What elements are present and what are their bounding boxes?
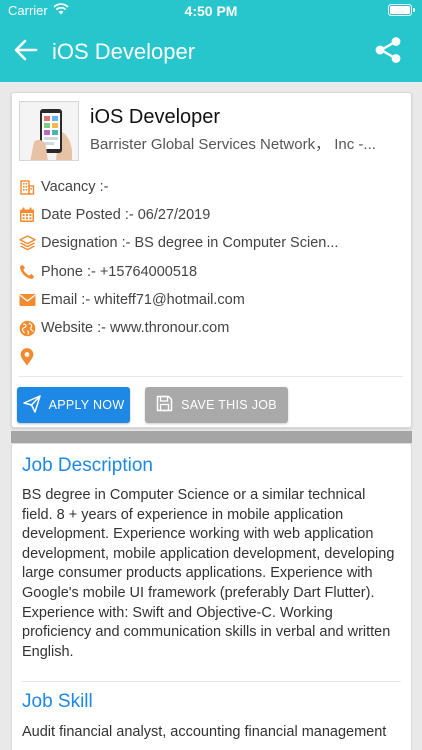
designation-row: Designation :- BS degree in Computer Sci… [18, 232, 404, 254]
job-description-text: BS degree in Computer Science or a simil… [22, 487, 395, 660]
map-pin-icon [18, 348, 36, 366]
envelope-icon [18, 291, 36, 309]
calendar-icon [18, 206, 36, 224]
building-icon [18, 178, 36, 196]
back-arrow-icon [14, 39, 38, 66]
designation-text: Designation :- BS degree in Computer Sci… [41, 235, 339, 251]
website-text: Website :- www.thronour.com [41, 320, 230, 336]
paper-plane-icon [22, 394, 41, 416]
job-title: iOS Developer [90, 106, 221, 128]
job-summary-card: iOS Developer Barrister Global Services … [11, 92, 412, 428]
share-icon [373, 35, 403, 70]
save-job-button[interactable]: SAVE THIS JOB [145, 387, 288, 423]
apply-now-button[interactable]: APPLY NOW [17, 387, 130, 423]
globe-icon [18, 319, 36, 337]
email-text: Email :- whiteff71@hotmail.com [41, 292, 245, 308]
job-skill-heading: Job Skill [22, 691, 93, 712]
job-skill-text: Audit financial analyst, accounting fina… [22, 724, 387, 740]
description-divider [22, 681, 401, 682]
app-header: Carrier 4:50 PM iOS Developer [0, 0, 422, 82]
job-description-heading: Job Description [22, 455, 153, 476]
status-time: 4:50 PM [184, 3, 238, 19]
save-job-label: SAVE THIS JOB [181, 398, 277, 412]
nav-title: iOS Developer [52, 39, 196, 64]
nav-bar: iOS Developer [0, 22, 422, 82]
floppy-disk-icon [156, 395, 173, 415]
section-separator [11, 431, 412, 443]
battery-icon [388, 4, 415, 16]
date-posted-row: Date Posted :- 06/27/2019 [18, 204, 404, 226]
phone-row[interactable]: Phone :- +15764000518 [18, 261, 404, 283]
vacancy-text: Vacancy :- [41, 179, 109, 195]
back-button[interactable] [10, 36, 42, 68]
phone-text: Phone :- +15764000518 [41, 264, 198, 280]
company-logo [19, 101, 79, 161]
apply-now-label: APPLY NOW [48, 398, 125, 412]
company-name: Barrister Global Services Network， Inc -… [90, 136, 376, 153]
location-row [18, 346, 404, 368]
date-posted-text: Date Posted :- 06/27/2019 [41, 207, 211, 223]
status-bar: Carrier 4:50 PM [0, 0, 422, 22]
phone-icon [18, 263, 36, 281]
email-row[interactable]: Email :- whiteff71@hotmail.com [18, 289, 404, 311]
website-row[interactable]: Website :- www.thronour.com [18, 317, 404, 339]
layers-icon [18, 234, 36, 252]
vacancy-row: Vacancy :- [18, 176, 404, 198]
job-description-card: Job Description BS degree in Computer Sc… [11, 443, 412, 750]
card-divider [18, 376, 403, 377]
job-detail-content: iOS Developer Barrister Global Services … [0, 82, 422, 750]
share-button[interactable] [372, 36, 404, 68]
